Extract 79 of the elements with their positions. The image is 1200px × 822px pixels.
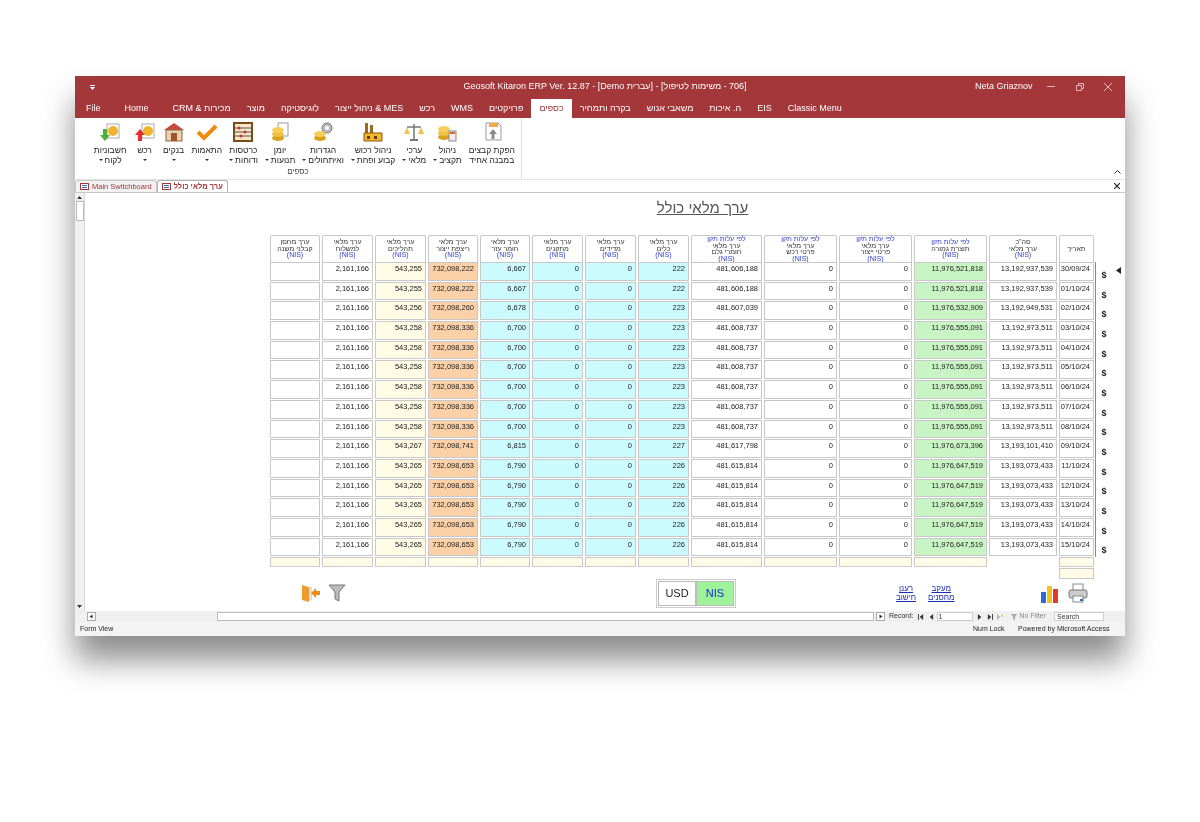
bank-icon [162,121,185,143]
quick-access-icon[interactable] [90,84,95,90]
scroll-thumb[interactable] [75,201,84,221]
coins-gear-icon [312,121,335,143]
scale-icon [403,121,426,143]
last-record-icon[interactable] [986,613,993,620]
menu-tab[interactable]: רכש [411,99,443,118]
menu-tab[interactable]: מוצר [238,99,273,118]
new-record-cell[interactable] [1059,568,1094,580]
menu-tab[interactable]: ניהול ייצור & MES [327,99,412,118]
coins-icon [269,121,292,143]
exit-door-icon[interactable] [300,583,320,604]
ribbon-button[interactable]: רכש [130,121,159,165]
new-record-cell[interactable] [914,557,987,568]
new-record-cell[interactable] [585,557,636,568]
scroll-up-icon[interactable] [77,196,82,199]
filter-icon [1010,613,1017,620]
abacus-icon [232,121,255,143]
restore-icon[interactable] [1076,83,1084,91]
ribbon-button[interactable]: כרטסות ודוחות [226,121,261,165]
ribbon-button[interactable]: ניהול רכוש קבוע ופחת [347,121,399,165]
minimize-icon[interactable] [1047,86,1055,87]
coin-arrow-down-icon [99,121,122,143]
menu-tab[interactable]: ה. איכות [701,99,750,118]
vertical-scrollbar[interactable] [75,193,85,611]
scroll-right-icon[interactable] [876,612,885,621]
ribbon-button[interactable]: הפקת קבצים במבנה אחיד [465,121,518,165]
new-record-cell[interactable] [375,557,426,568]
scroll-down-icon[interactable] [77,605,82,608]
currency-option[interactable]: USD [658,580,696,606]
ribbon-button[interactable]: ניהול תקציב [430,121,465,165]
new-record-cell[interactable] [764,557,837,568]
user-name: Neta Griaznov [975,80,1033,94]
ribbon-group-label: כספים [287,166,309,178]
new-record-cell[interactable] [638,557,689,568]
ribbon-button[interactable]: חשבוניות לקוח [90,121,130,165]
scroll-left-icon[interactable] [87,612,96,621]
next-record-icon[interactable] [976,613,983,620]
close-icon[interactable] [1114,183,1120,189]
window-title: Geosoft Kitaron ERP Ver. 12.87 - [Demo עברית] - [706 - משימות לטיפול] [462,80,748,94]
new-record-cell[interactable] [480,557,530,568]
new-record-cell[interactable] [691,557,762,568]
ribbon-button[interactable]: יומן תנועות [261,121,299,165]
new-record-cell[interactable] [322,557,373,568]
ribbon-button[interactable]: התאמות [188,121,226,165]
new-record-cell[interactable] [270,557,320,568]
factory-icon [362,121,385,143]
menu-tab[interactable]: פרויקטים [480,99,532,118]
previous-record-icon[interactable] [927,613,934,620]
ribbon-button[interactable]: בנקים [159,121,188,165]
form-icon [80,183,89,190]
ribbon-button[interactable]: ערכי מלאי [399,121,430,165]
menu-tab[interactable]: לוגיסטיקה [272,99,328,118]
new-record-cell[interactable] [428,557,478,568]
form-icon [161,183,171,190]
bar-chart-icon[interactable] [1039,583,1060,604]
menu-tab[interactable]: CRM & מכירות [164,99,239,118]
collapse-ribbon-icon[interactable] [1114,170,1121,174]
form-title: ערך מלאי כולל [656,199,749,216]
menu-tab[interactable]: Home [116,99,157,118]
printer-icon[interactable] [1067,583,1088,604]
new-record-cell[interactable] [532,557,583,568]
link[interactable]: רענן חישוב [896,584,917,603]
first-record-icon[interactable] [917,613,924,620]
ribbon-button[interactable]: הגדרות ואיתחולים [299,121,347,165]
menu-tab[interactable]: Classic Menu [779,99,850,118]
new-record-cell[interactable] [1059,557,1094,568]
menu-tab[interactable]: בקרה ותמחיר [571,99,639,118]
menu-tab[interactable]: File [78,99,109,118]
new-record-cell[interactable] [839,557,912,568]
menu-tab[interactable]: משאבי אנוש [638,99,702,118]
menu-tab[interactable]: כספים [531,99,572,118]
link[interactable]: מעקב מחסנים [928,584,955,603]
new-record-icon[interactable] [996,613,1003,620]
coin-arrow-up-icon [133,121,156,143]
filter-icon[interactable] [328,584,346,603]
currency-option[interactable]: NIS [696,580,734,606]
menu-tab[interactable]: EIS [749,99,780,118]
menu-tab[interactable]: WMS [442,99,481,118]
